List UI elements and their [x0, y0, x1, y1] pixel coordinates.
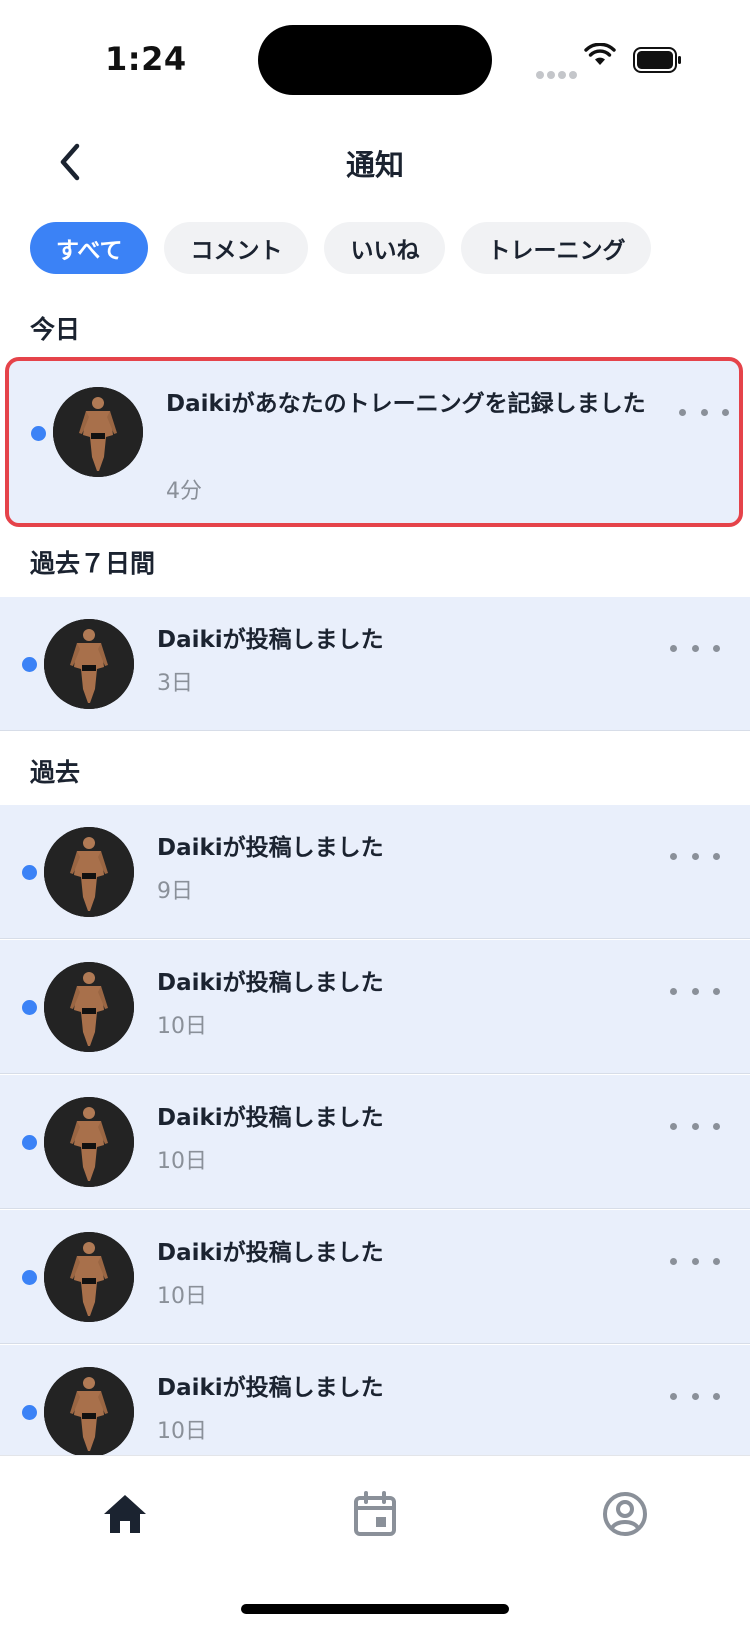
- wifi-icon: [584, 42, 616, 71]
- notification-text: Daikiが投稿しました: [157, 835, 384, 861]
- avatar[interactable]: [44, 962, 134, 1052]
- calendar-icon: [354, 1491, 396, 1536]
- notification-time: 3日: [157, 671, 193, 696]
- notification-text: Daikiが投稿しました: [157, 627, 384, 653]
- profile-icon: [603, 1492, 647, 1536]
- filter-chip-training[interactable]: トレーニング: [461, 222, 652, 274]
- status-bar: 1:24: [0, 0, 750, 120]
- filter-chips: すべて コメント いいね トレーニング: [30, 222, 652, 274]
- notification-row[interactable]: Daikiが投稿しました 9日: [0, 805, 750, 939]
- filter-chip-comments[interactable]: コメント: [164, 222, 309, 274]
- tab-calendar[interactable]: [345, 1484, 405, 1544]
- more-options-button[interactable]: [670, 976, 720, 1006]
- unread-dot: [22, 657, 37, 672]
- unread-dot: [22, 1135, 37, 1150]
- notification-text: Daikiがあなたのトレーニングを記録しました: [166, 391, 646, 417]
- home-icon: [104, 1495, 146, 1533]
- unread-dot: [31, 426, 46, 441]
- tab-profile[interactable]: [595, 1484, 655, 1544]
- notification-text: Daikiが投稿しました: [157, 1105, 384, 1131]
- unread-dot: [22, 1405, 37, 1420]
- avatar[interactable]: [44, 619, 134, 709]
- notification-time: 10日: [157, 1419, 207, 1444]
- avatar[interactable]: [44, 1367, 134, 1457]
- navigation-bar: 通知: [0, 120, 750, 202]
- battery-icon: [633, 47, 683, 77]
- tab-home[interactable]: [95, 1484, 155, 1544]
- notification-row[interactable]: Daikiが投稿しました 10日: [0, 1075, 750, 1209]
- notification-time: 9日: [157, 879, 193, 904]
- section-header-past: 過去: [30, 758, 81, 787]
- more-options-button[interactable]: [670, 633, 720, 663]
- more-options-button[interactable]: [670, 1246, 720, 1276]
- notification-text: Daikiが投稿しました: [157, 1375, 384, 1401]
- unread-dot: [22, 865, 37, 880]
- more-options-button[interactable]: [670, 841, 720, 871]
- unread-dot: [22, 1000, 37, 1015]
- notification-time: 10日: [157, 1014, 207, 1039]
- avatar[interactable]: [44, 1232, 134, 1322]
- more-options-button[interactable]: [679, 397, 729, 427]
- filter-chip-likes[interactable]: いいね: [324, 222, 446, 274]
- page-title: 通知: [345, 148, 404, 182]
- more-options-button[interactable]: [670, 1381, 720, 1411]
- notification-row[interactable]: Daikiがあなたのトレーニングを記録しました 4分: [5, 357, 743, 527]
- more-options-button[interactable]: [670, 1111, 720, 1141]
- notification-text: Daikiが投稿しました: [157, 1240, 384, 1266]
- notification-row[interactable]: Daikiが投稿しました 10日: [0, 940, 750, 1074]
- unread-dot: [22, 1270, 37, 1285]
- notification-time: 4分: [166, 479, 202, 504]
- filter-chip-all[interactable]: すべて: [30, 222, 149, 274]
- cellular-signal-icon: [536, 64, 580, 83]
- notification-row[interactable]: Daikiが投稿しました 10日: [0, 1210, 750, 1344]
- status-time: 1:24: [105, 40, 187, 78]
- home-indicator: [241, 1604, 509, 1614]
- notification-row[interactable]: Daikiが投稿しました 3日: [0, 597, 750, 731]
- avatar[interactable]: [44, 827, 134, 917]
- notification-text: Daikiが投稿しました: [157, 970, 384, 996]
- section-header-last-7-days: 過去７日間: [30, 549, 156, 578]
- section-header-today: 今日: [30, 315, 81, 344]
- avatar[interactable]: [44, 1097, 134, 1187]
- avatar[interactable]: [53, 387, 143, 477]
- notification-time: 10日: [157, 1149, 207, 1174]
- notification-time: 10日: [157, 1284, 207, 1309]
- dynamic-island: [258, 25, 492, 95]
